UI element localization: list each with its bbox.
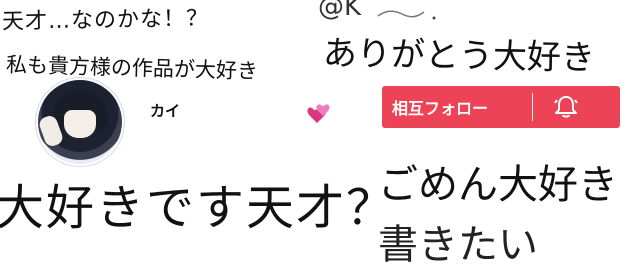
caption-right-3: 書きたい xyxy=(378,222,538,268)
username[interactable]: カイ xyxy=(150,100,180,121)
two-hearts-icon xyxy=(307,104,330,123)
caption-right-2: ごめん大好き xyxy=(378,162,618,208)
follow-button-divider xyxy=(532,93,533,121)
bell-icon[interactable] xyxy=(553,94,579,120)
handle-squiggle xyxy=(377,10,436,20)
mutual-follow-button[interactable]: 相互フォロー xyxy=(382,86,620,128)
user-handle: @K xyxy=(318,0,362,22)
avatar[interactable] xyxy=(36,78,124,166)
follow-button-label: 相互フォロー xyxy=(392,99,489,118)
caption-right-1: ありがとう大好き xyxy=(322,33,596,79)
caption-line-1: 天才…なのかな！？ xyxy=(1,6,210,35)
caption-line-2: 私も貴方様の作品が大好き xyxy=(5,52,259,84)
caption-bottom-left: 大好きです天才？ xyxy=(0,180,397,236)
